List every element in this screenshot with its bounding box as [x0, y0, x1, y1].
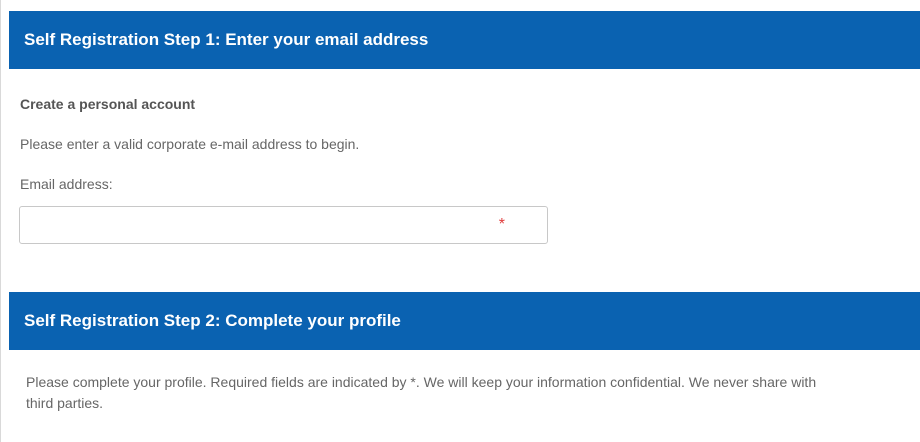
step2-header: Self Registration Step 2: Complete your …	[9, 292, 920, 350]
email-field-wrapper: *	[19, 206, 548, 244]
required-indicator: *	[498, 216, 505, 233]
step1-header: Self Registration Step 1: Enter your ema…	[9, 11, 920, 69]
email-label: Email address:	[20, 176, 113, 192]
profile-description: Please complete your profile. Required f…	[26, 374, 817, 411]
email-input[interactable]	[19, 206, 548, 244]
create-account-subtitle: Create a personal account	[20, 96, 196, 112]
email-instruction: Please enter a valid corporate e-mail ad…	[20, 136, 360, 152]
registration-page: Self Registration Step 1: Enter your ema…	[0, 0, 920, 442]
